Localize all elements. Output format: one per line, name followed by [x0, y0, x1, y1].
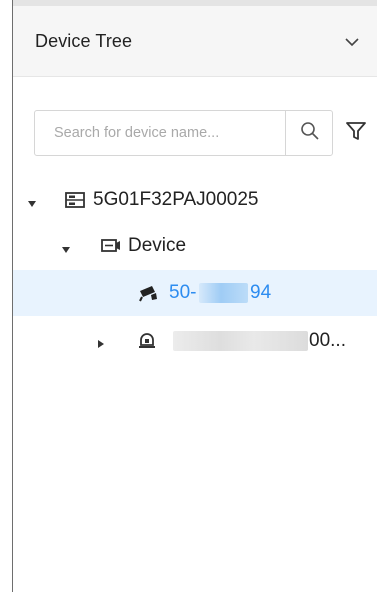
tree-node-label-prefix: 50- [169, 282, 197, 303]
device-tree-panel: Device Tree Search for device name... 5G… [0, 0, 377, 592]
caret-down-icon[interactable] [61, 242, 71, 253]
caret-right-icon[interactable] [96, 336, 106, 348]
chevron-down-icon[interactable] [344, 34, 360, 50]
search-icon [300, 121, 320, 146]
tree-node-label: 5G01F32PAJ00025 [93, 189, 259, 210]
server-icon [64, 189, 86, 211]
search-button[interactable] [285, 111, 333, 155]
tree-node-alarm-device[interactable]: 00... [13, 318, 377, 364]
alarm-device-icon [136, 330, 158, 352]
device-icon [100, 235, 122, 257]
redacted-text [199, 283, 248, 303]
search-input[interactable] [36, 112, 284, 154]
redacted-text [173, 331, 308, 351]
filter-icon[interactable] [344, 119, 368, 143]
panel-header[interactable]: Device Tree [13, 6, 377, 77]
tree-node-label: Device [128, 235, 187, 256]
tree-node-camera-selected[interactable]: 50- 94 [13, 270, 377, 316]
search-box [34, 110, 333, 156]
tree-node-label-suffix: 94 [250, 282, 272, 303]
panel-title: Device Tree [35, 31, 133, 51]
camera-icon [137, 282, 159, 304]
tree-node-root[interactable]: 5G01F32PAJ00025 [13, 177, 377, 223]
tree-node-label-suffix: 00... [309, 330, 346, 351]
tree-node-device-group[interactable]: Device [13, 223, 377, 269]
caret-down-icon[interactable] [27, 196, 37, 207]
